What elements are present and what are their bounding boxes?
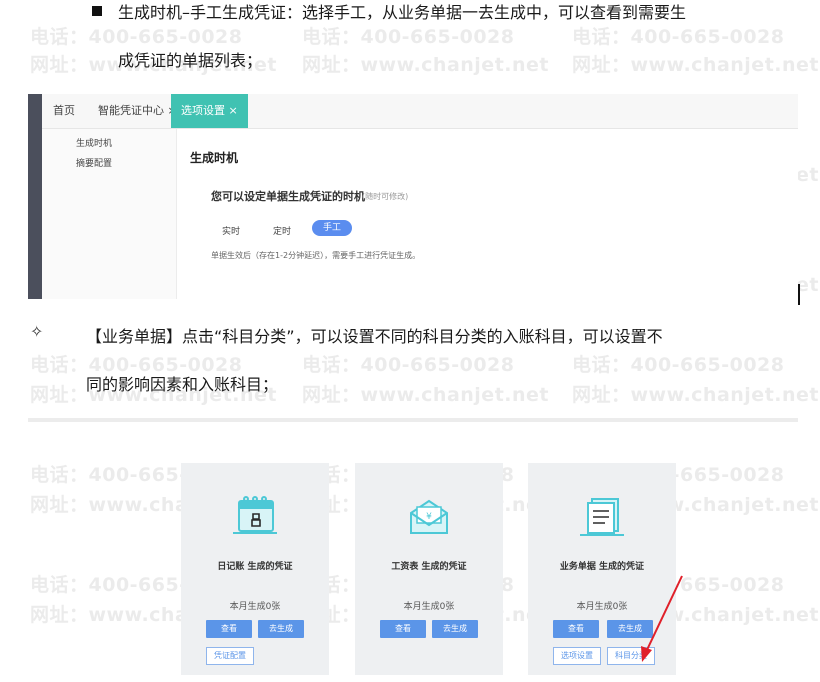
section-title: 生成时机 [190,151,239,165]
sidebar-item-timing[interactable]: 生成时机 [76,136,112,149]
watermark-url: 网址：www.chanjet.net [302,54,549,76]
option-realtime[interactable]: 实时 [222,224,240,237]
section-subtitle: 您可以设定单据生成凭证的时机 [211,190,365,203]
card-title: 日记账 生成的凭证 [217,562,293,572]
option-scheduled[interactable]: 定时 [273,224,291,237]
para2-line2: 同的影响因素和入账科目； [86,375,279,394]
tab-home[interactable]: 首页 [53,94,75,128]
sidebar-item-summary-config[interactable]: 摘要配置 [76,156,112,169]
left-nav-bar [28,94,42,299]
red-arrow-icon [641,575,683,662]
options-settings-button[interactable]: 选项设置 [553,647,601,665]
view-button[interactable]: 查看 [206,620,252,638]
view-button[interactable]: 查看 [380,620,426,638]
card-count: 本月生成0张 [229,602,281,612]
tab-options-settings[interactable]: 选项设置 × [171,94,248,128]
para2-line1: 【业务单据】点击“科目分类”，可以设置不同的科目分类的入账科目，可以设置不 [86,327,663,346]
subtitle-note: (随时可修改) [362,192,409,201]
square-bullet-icon [92,6,102,16]
watermark-url: 网址：www.chanjet.net [302,384,549,406]
watermark-phone: 电话：400-665-0028 [302,354,515,376]
watermark-url: 网址：www.chanjet.net [572,54,819,76]
view-button[interactable]: 查看 [553,620,599,638]
card-journal: 日记账 生成的凭证 本月生成0张 查看 去生成 凭证配置 [181,463,329,675]
generate-button[interactable]: 去生成 [432,620,478,638]
envelope-icon: ¥ [410,499,448,534]
voucher-config-button[interactable]: 凭证配置 [206,647,254,665]
card-payroll: ¥ 工资表 生成的凭证 本月生成0张 查看 去生成 [355,463,503,675]
card-title: 工资表 生成的凭证 [391,562,467,572]
tab-bar: 首页 智能凭证中心 × 选项设置 × [42,94,798,129]
card-count: 本月生成0张 [403,602,455,612]
calendar-icon [233,496,277,534]
options-settings-screenshot: 首页 智能凭证中心 × 选项设置 × 生成时机 摘要配置 生成时机 您可以设定单… [28,94,798,299]
generate-button[interactable]: 去生成 [258,620,304,638]
document-icon [580,498,624,536]
star-bullet-icon: ✧ [30,322,44,341]
option-description: 单据生效后（存在1-2分钟延迟），需要手工进行凭证生成。 [211,251,421,260]
divider [28,418,798,422]
watermark-phone: 电话：400-665-0028 [572,354,785,376]
option-manual[interactable]: 手工 [312,220,352,236]
tab-smart-voucher-center[interactable]: 智能凭证中心 × [98,94,177,128]
watermark-url: 网址：www.chanjet.net [572,384,819,406]
svg-text:¥: ¥ [426,512,432,522]
settings-sidebar: 生成时机 摘要配置 [42,129,177,299]
para1-line2: 成凭证的单据列表； [118,51,263,70]
para1-line1: 生成时机–手工生成凭证：选择手工，从业务单据一去生成中，可以查看到需要生 [118,3,687,22]
text-cursor [798,284,800,305]
